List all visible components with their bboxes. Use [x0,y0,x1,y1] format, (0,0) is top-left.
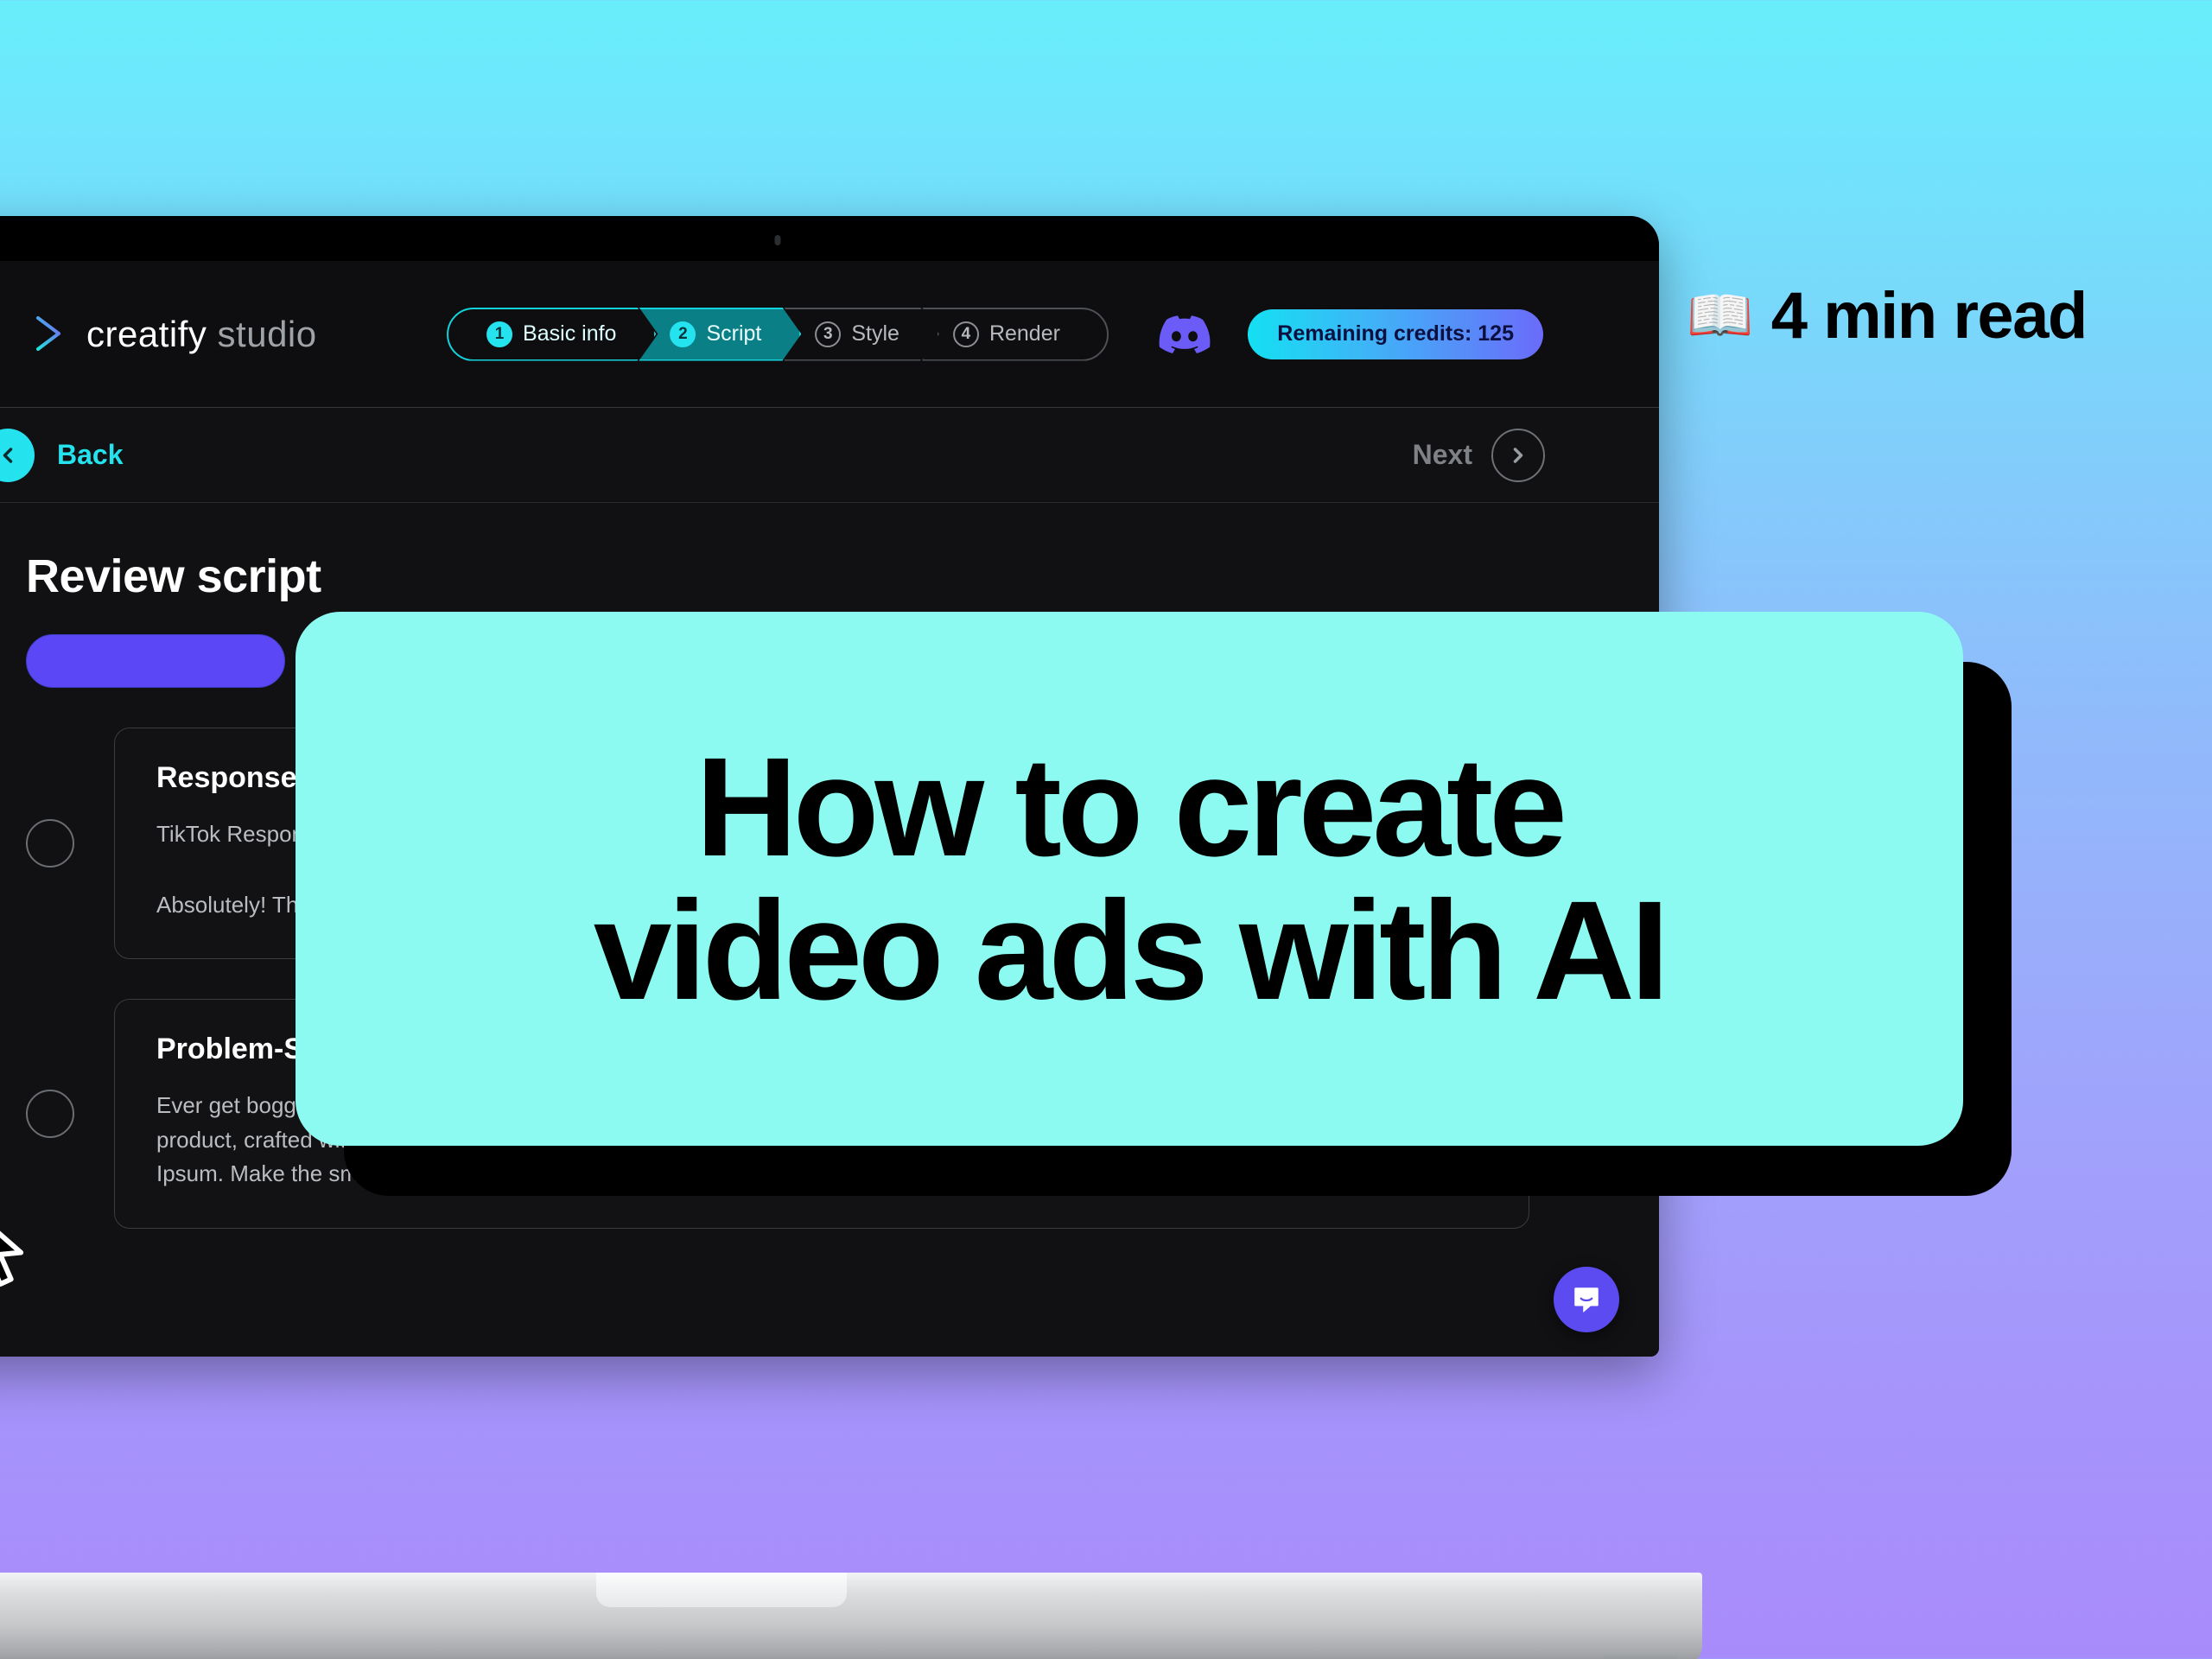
read-time-label: 4 min read [1770,279,2088,353]
step-label: Style [851,321,899,346]
chevron-left-icon [0,428,35,482]
back-button[interactable]: Back [0,428,124,482]
laptop-base-notch [596,1573,847,1607]
wizard-stepper: 1 Basic info 2 Script 3 Style 4 Render [447,307,1109,361]
step-label: Render [988,321,1060,346]
hero-title-line-1: How to create [696,727,1567,886]
step-script[interactable]: 2 Script [639,308,801,361]
script-radio[interactable] [26,819,74,868]
discord-icon[interactable] [1158,314,1211,355]
script-radio[interactable] [26,1089,74,1138]
open-book-icon: 📖 [1687,285,1753,346]
next-label: Next [1412,439,1472,470]
back-label: Back [57,439,124,470]
brand-name-secondary: studio [217,313,317,354]
chevron-right-icon [1491,428,1545,482]
webcam-icon [774,235,781,245]
primary-action-button[interactable] [26,634,285,688]
step-number: 4 [952,321,979,347]
creatify-logo-icon [17,309,67,359]
step-render[interactable]: 4 Render [921,307,1109,361]
step-label: Basic info [523,321,617,346]
wizard-navbar: Back Next [0,408,1659,503]
step-number: 2 [670,321,696,347]
next-button[interactable]: Next [1412,428,1545,482]
hero-title-card: How to create video ads with AI [296,612,1963,1146]
step-style[interactable]: 3 Style [784,308,939,361]
app-header: creatify studio 1 Basic info 2 Script 3 … [0,261,1659,408]
remaining-credits-badge[interactable]: Remaining credits: 125 [1248,308,1543,359]
step-number: 1 [486,321,512,347]
read-time: 📖 4 min read [1687,278,2088,353]
brand-name-primary: creatify [86,313,207,354]
mouse-pointer-icon [0,1207,31,1290]
page-title: Review script [26,550,321,602]
step-label: Script [706,321,762,346]
chat-bubble-icon[interactable] [1554,1267,1619,1332]
hero-title-line-2: video ads with AI [593,871,1669,1029]
step-basic-info[interactable]: 1 Basic info [447,308,656,361]
header-actions: Remaining credits: 125 [1158,308,1543,359]
laptop-base [0,1573,1702,1659]
brand-logo[interactable]: creatify studio [17,309,317,359]
laptop-top-bezel [0,216,1659,261]
step-number: 3 [815,321,841,347]
blog-hero: creatify studio 1 Basic info 2 Script 3 … [0,0,2212,1659]
laptop-foot [1604,1656,1678,1659]
